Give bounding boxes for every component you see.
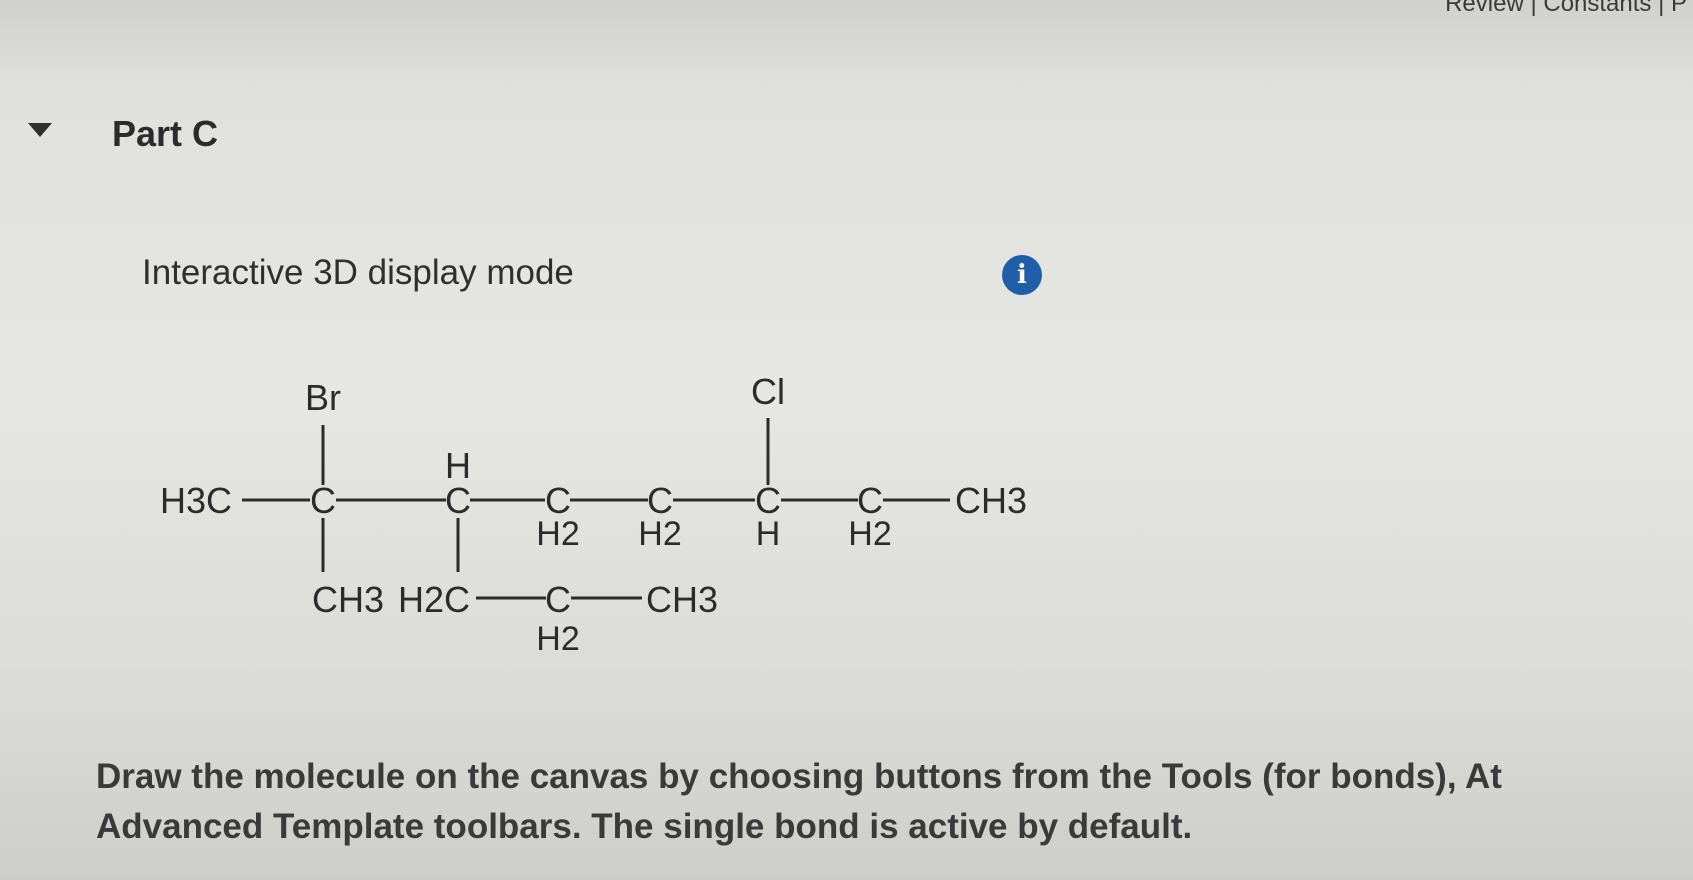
atom-c3: C [545, 480, 571, 521]
atom-h-c5: H [756, 515, 781, 553]
instructions-text: Draw the molecule on the canvas by choos… [96, 752, 1693, 852]
info-icon[interactable]: i [1002, 255, 1042, 295]
atom-ch3-branch: CH3 [646, 579, 718, 620]
display-mode-label: Interactive 3D display mode [142, 253, 574, 292]
atom-c5: C [755, 480, 781, 521]
caret-down-icon[interactable] [28, 123, 52, 137]
atom-ch3-right: CH3 [955, 480, 1027, 521]
part-title: Part C [112, 113, 219, 154]
atom-c2: C [445, 480, 471, 521]
part-header[interactable]: Part C [0, 95, 1693, 177]
atom-c4: C [647, 480, 673, 521]
atom-h2c-branch: H2C [398, 579, 470, 620]
atom-h2-c3: H2 [536, 515, 579, 553]
instructions-line-2: Advanced Template toolbars. The single b… [96, 807, 1193, 846]
top-strip: Review | Constants | P [0, 0, 1693, 72]
atom-h-c2: H [445, 445, 471, 486]
atom-ch3-c1: CH3 [312, 579, 384, 620]
atom-h3c-left: H3C [160, 480, 232, 521]
top-links[interactable]: Review | Constants | P [1445, 0, 1687, 18]
atom-c-branch: C [545, 579, 571, 620]
atom-h2-branch: H2 [536, 620, 579, 658]
atom-cl: Cl [751, 371, 785, 412]
atom-br: Br [305, 377, 341, 418]
atom-h2-c4: H2 [638, 515, 681, 553]
atom-c6: C [857, 480, 883, 521]
atom-h2-c6: H2 [848, 515, 891, 553]
instructions-line-1: Draw the molecule on the canvas by choos… [96, 757, 1502, 796]
atom-c1: C [310, 480, 336, 521]
